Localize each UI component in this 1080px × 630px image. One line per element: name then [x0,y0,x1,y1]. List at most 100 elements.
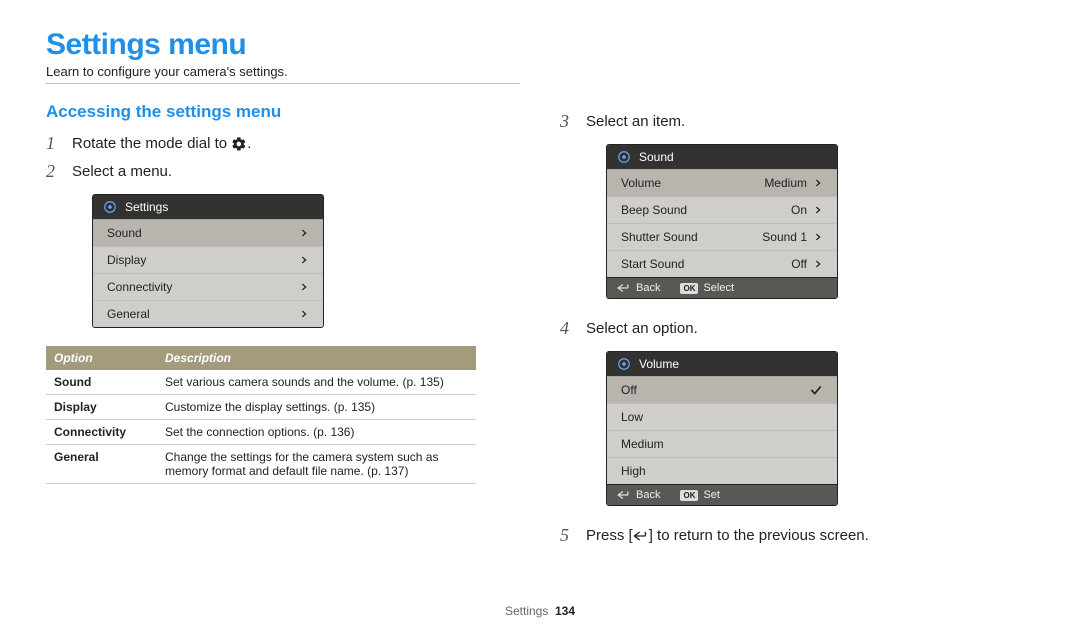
gear-icon [103,200,117,214]
step-number: 3 [560,110,578,133]
table-header-option: Option [46,346,157,370]
options-table: Option Description Sound Set various cam… [46,346,476,484]
table-row: Display Customize the display settings. … [46,395,476,420]
step-text: Select an option. [586,317,698,341]
menu-item-label: Start Sound [621,257,684,271]
footer-select[interactable]: OK Select [680,282,734,294]
step-2: 2 Select a menu. [46,160,520,184]
panel-footer: Back OK Select [607,277,837,298]
option-name: Connectivity [46,420,157,445]
step-text: Press [ ] to return to the previous scre… [586,524,869,548]
table-row: Connectivity Set the connection options.… [46,420,476,445]
step-1: 1 Rotate the mode dial to . [46,132,520,156]
page-footer: Settings 134 [0,604,1080,618]
chevron-right-icon [813,176,823,190]
menu-item-label: Volume [621,176,661,190]
menu-item-general[interactable]: General [93,300,323,327]
sound-item-start[interactable]: Start Sound Off [607,250,837,277]
gear-icon [617,150,631,164]
check-icon [809,383,823,397]
footer-section: Settings [505,604,548,618]
menu-item-label: Beep Sound [621,203,687,217]
option-name: Sound [46,370,157,395]
footer-back[interactable]: Back [617,489,660,501]
volume-option-off[interactable]: Off [607,376,837,403]
menu-item-label: Off [621,383,637,397]
menu-item-label: General [107,307,150,321]
gear-icon [231,136,247,152]
menu-item-value: Sound 1 [762,230,807,244]
menu-item-label: Low [621,410,643,424]
step1-suffix: . [247,135,251,152]
back-arrow-icon [617,283,631,293]
page-subtitle: Learn to configure your camera's setting… [46,64,520,84]
volume-option-medium[interactable]: Medium [607,430,837,457]
menu-item-label: Medium [621,437,664,451]
chevron-right-icon [813,230,823,244]
gear-icon [617,357,631,371]
chevron-right-icon [299,253,309,267]
back-arrow-icon [617,490,631,500]
menu-item-sound[interactable]: Sound [93,219,323,246]
footer-select-label: Select [703,282,734,294]
panel-footer: Back OK Set [607,484,837,505]
chevron-right-icon [299,226,309,240]
step-number: 5 [560,524,578,547]
menu-item-label: Shutter Sound [621,230,698,244]
step5-suffix: ] to return to the previous screen. [649,527,869,544]
ok-button-icon: OK [680,490,698,501]
menu-item-value: On [791,203,807,217]
table-row: Sound Set various camera sounds and the … [46,370,476,395]
panel-header: Settings [93,195,323,219]
volume-option-low[interactable]: Low [607,403,837,430]
menu-item-label: Connectivity [107,280,172,294]
option-desc: Set various camera sounds and the volume… [157,370,476,395]
menu-item-label: Sound [107,226,142,240]
step-number: 2 [46,160,64,183]
menu-item-label: Display [107,253,146,267]
menu-item-display[interactable]: Display [93,246,323,273]
option-desc: Customize the display settings. (p. 135) [157,395,476,420]
step-text: Select an item. [586,110,685,134]
step5-prefix: Press [ [586,527,633,544]
step-5: 5 Press [ ] to return to the previous sc… [560,524,1034,548]
panel-title: Settings [125,200,168,214]
back-arrow-icon [633,530,649,542]
table-header-description: Description [157,346,476,370]
panel-title: Sound [639,150,674,164]
step1-prefix: Rotate the mode dial to [72,135,231,152]
sound-item-shutter[interactable]: Shutter Sound Sound 1 [607,223,837,250]
chevron-right-icon [299,307,309,321]
step-text: Rotate the mode dial to . [72,132,251,156]
footer-set-label: Set [703,489,720,501]
page-title: Settings menu [46,28,520,62]
footer-set[interactable]: OK Set [680,489,720,501]
menu-item-value: Medium [764,176,807,190]
menu-item-value: Off [791,257,807,271]
step-4: 4 Select an option. [560,317,1034,341]
step-3: 3 Select an item. [560,110,1034,134]
volume-option-high[interactable]: High [607,457,837,484]
menu-item-label: High [621,464,646,478]
settings-menu-panel: Settings Sound Display Connectivity Gene… [92,194,324,328]
option-desc: Set the connection options. (p. 136) [157,420,476,445]
option-desc: Change the settings for the camera syste… [157,445,476,484]
sound-item-beep[interactable]: Beep Sound On [607,196,837,223]
chevron-right-icon [813,257,823,271]
sound-item-volume[interactable]: Volume Medium [607,169,837,196]
panel-title: Volume [639,357,679,371]
chevron-right-icon [813,203,823,217]
section-heading: Accessing the settings menu [46,102,520,122]
volume-options-panel: Volume Off Low Medium High Back [606,351,838,506]
step-text: Select a menu. [72,160,172,184]
option-name: General [46,445,157,484]
step-number: 1 [46,132,64,155]
sound-menu-panel: Sound Volume Medium Beep Sound On Shutte… [606,144,838,299]
footer-back-label: Back [636,282,660,294]
footer-back[interactable]: Back [617,282,660,294]
table-row: General Change the settings for the came… [46,445,476,484]
menu-item-connectivity[interactable]: Connectivity [93,273,323,300]
footer-back-label: Back [636,489,660,501]
ok-button-icon: OK [680,283,698,294]
footer-page-number: 134 [555,604,575,618]
